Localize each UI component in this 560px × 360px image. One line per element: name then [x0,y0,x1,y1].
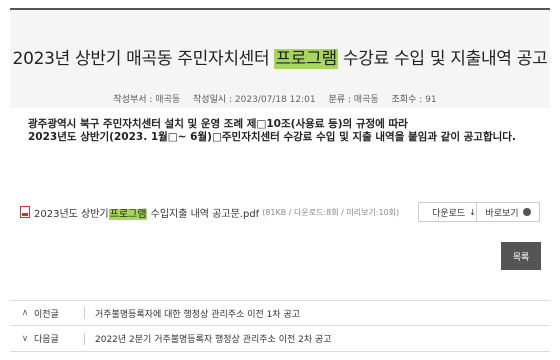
post-meta: 작성부서 : 매곡동 작성일시 : 2023/07/18 12:01 분류 : … [10,92,550,105]
next-post-title[interactable]: 2022년 2분기 거주불명등록자 행정상 관리주소 이전 2차 공고 [95,332,332,345]
next-post-label: 다음글 [34,335,59,345]
post-body: 광주광역시 북구 주민자치센터 설치 및 운영 조례 제□10조(사용료 등)의… [28,118,548,144]
download-arrow-icon: ↓ [469,207,476,217]
attachment-info: (81KB / 다운로드:8회 / 미리보기:10회) [262,207,400,217]
meta-key-dept: 작성부서 : [113,95,153,105]
chevron-down-icon: ∨ [21,333,29,344]
post-title: 2023년 상반기 매곡동 주민자치센터 프로그램 수강료 수입 및 지출내역 … [12,49,548,69]
pdf-icon [20,206,30,218]
post-header: 2023년 상반기 매곡동 주민자치센터 프로그램 수강료 수입 및 지출내역 … [10,8,550,108]
body-line: 광주광역시 북구 주민자치센터 설치 및 운영 조례 제□10조(사용료 등)의… [28,118,408,130]
meta-value-category: 매곡동 [353,95,379,105]
divider [84,307,85,319]
meta-key-date: 작성일시 : [193,95,233,105]
attachment-row: 2023년도 상반기프로그램 수입지출 내역 공고문.pdf (81KB / 다… [20,200,540,224]
next-post-row[interactable]: ∨ 다음글 2022년 2분기 거주불명등록자 행정상 관리주소 이전 2차 공… [10,326,550,352]
search-highlight: 프로그램 [108,208,148,220]
prev-post-row[interactable]: ∧ 이전글 거주불명등록자에 대한 행정상 관리주소 이전 1차 공고 [10,300,550,326]
eye-icon [522,208,531,216]
attachment-filename[interactable]: 2023년도 상반기프로그램 수입지출 내역 공고문.pdf [34,205,259,220]
meta-value-views: 91 [425,95,437,105]
meta-key-category: 분류 : [328,95,351,105]
chevron-up-icon: ∧ [21,308,29,318]
body-line: 2023년도 상반기(2023. 1월□~ 6월)□주민자치센터 수강료 수입 … [28,131,516,143]
list-button[interactable]: 목록 [501,242,541,270]
divider [84,332,85,345]
prev-post-label: 이전글 [34,309,59,320]
prev-post-title[interactable]: 거주불명등록자에 대한 행정상 관리주소 이전 1차 공고 [95,307,300,320]
search-highlight: 프로그램 [274,49,338,69]
preview-button[interactable]: 바로보기 [476,202,540,222]
meta-value-date: 2023/07/18 12:01 [234,95,316,105]
meta-value-dept: 매곡동 [155,95,181,105]
meta-key-views: 조회수 : [391,95,423,105]
